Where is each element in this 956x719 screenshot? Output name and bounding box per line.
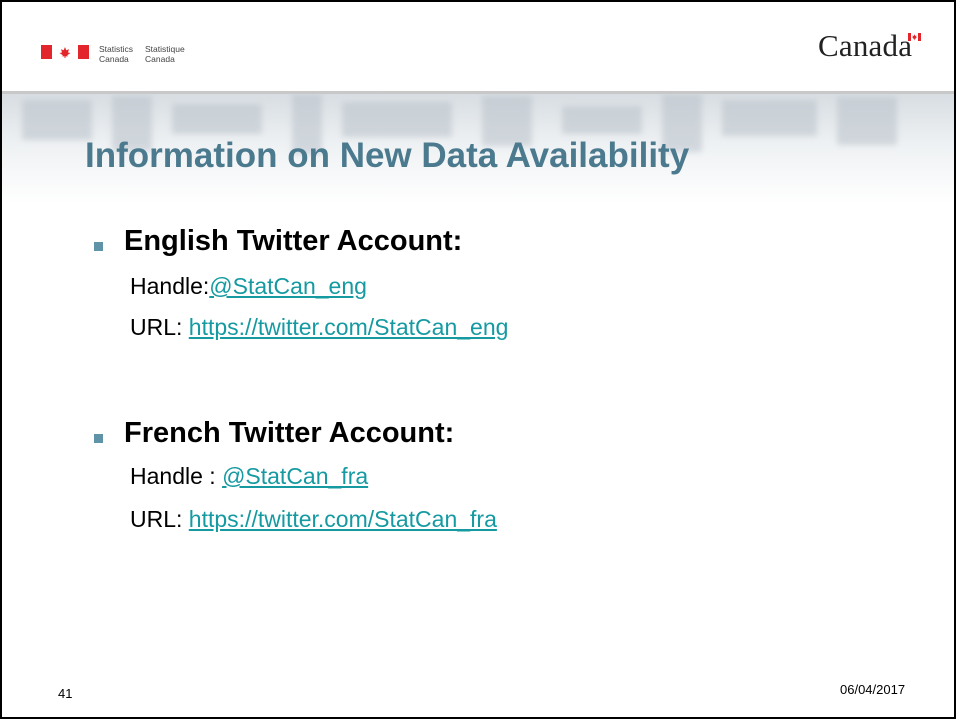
bullet-square-icon	[94, 434, 103, 443]
slide: Statistics Canada Statistique Canada Can…	[0, 0, 956, 719]
department-name-english: Statistics Canada	[99, 44, 133, 64]
canada-wordmark: Canada	[818, 28, 913, 63]
french-handle-label: Handle :	[130, 463, 223, 489]
french-url-label: URL:	[130, 506, 189, 532]
department-name-french-line2: Canada	[145, 54, 175, 64]
english-account-heading: English Twitter Account:	[124, 225, 463, 257]
header-bar: Statistics Canada Statistique Canada Can…	[2, 2, 954, 94]
slide-title: Information on New Data Availability	[85, 136, 690, 175]
french-url-link[interactable]: https://twitter.com/StatCan_fra	[189, 506, 497, 532]
english-handle-label: Handle:	[130, 273, 210, 299]
french-account-heading: French Twitter Account:	[124, 417, 455, 449]
department-signature: Statistics Canada Statistique Canada	[99, 44, 185, 64]
bullet-square-icon	[94, 242, 103, 251]
english-url-label: URL:	[130, 314, 189, 340]
english-handle-line: Handle:@StatCan_eng	[130, 273, 367, 300]
page-number: 41	[58, 686, 73, 701]
wordmark-flag-icon	[908, 33, 921, 41]
english-handle-link[interactable]: @StatCan_eng	[209, 273, 367, 299]
canada-flag-icon	[41, 45, 89, 59]
department-name-french-line1: Statistique	[145, 44, 185, 54]
slide-date: 06/04/2017	[840, 682, 906, 697]
french-url-line: URL: https://twitter.com/StatCan_fra	[130, 506, 497, 533]
department-name-french: Statistique Canada	[145, 44, 185, 64]
department-name-english-line2: Canada	[99, 54, 129, 64]
english-url-link[interactable]: https://twitter.com/StatCan_eng	[189, 314, 509, 340]
department-name-english-line1: Statistics	[99, 44, 134, 54]
english-url-line: URL: https://twitter.com/StatCan_eng	[130, 314, 508, 341]
french-handle-line: Handle : @StatCan_fra	[130, 463, 368, 490]
french-handle-link[interactable]: @StatCan_fra	[222, 463, 368, 489]
